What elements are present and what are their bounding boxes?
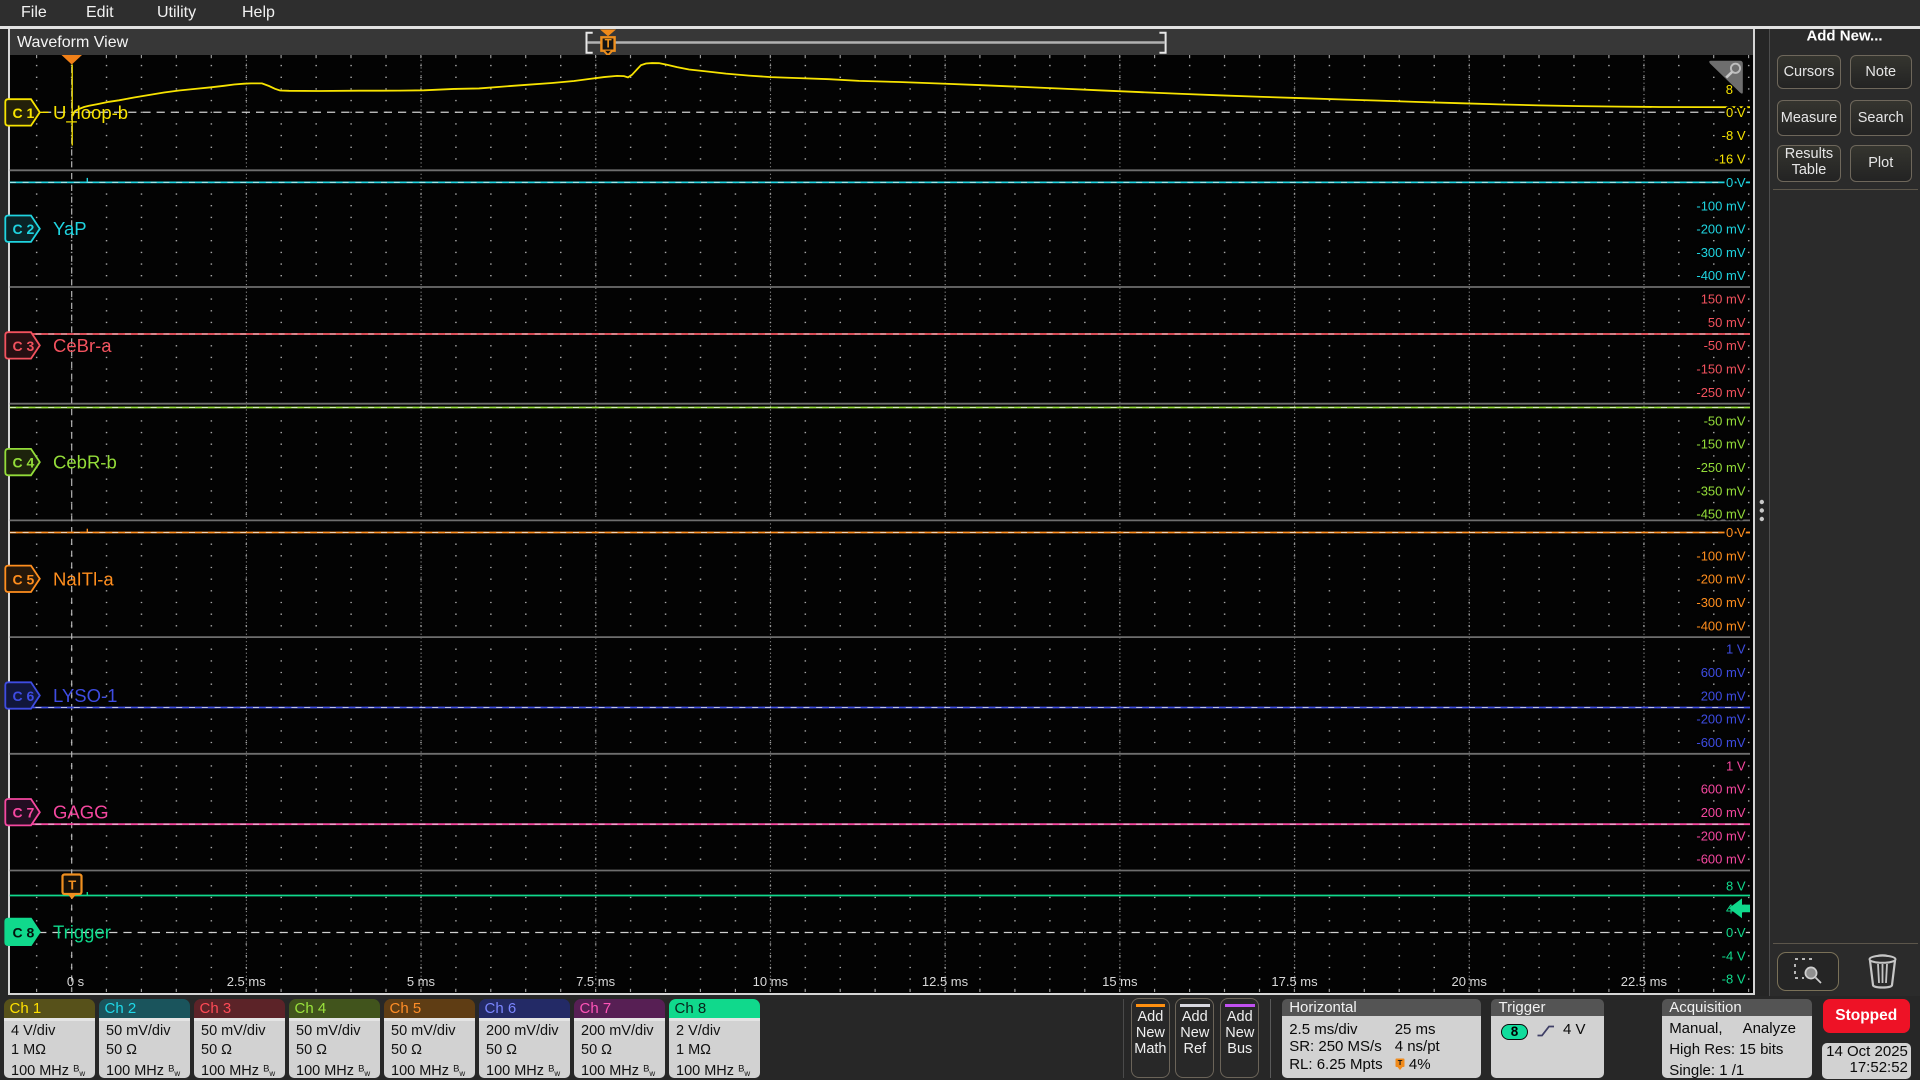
svg-text:LYSO-1: LYSO-1 [53,685,117,706]
svg-text:-250 mV: -250 mV [1697,460,1746,475]
svg-text:0 V: 0 V [1726,175,1746,190]
svg-text:C 2: C 2 [13,221,35,237]
svg-text:0 V: 0 V [1726,105,1746,120]
svg-text:-200 mV: -200 mV [1697,222,1746,237]
svg-text:15 ms: 15 ms [1102,974,1138,989]
svg-text:10 ms: 10 ms [753,974,789,989]
svg-text:22.5 ms: 22.5 ms [1621,974,1668,989]
svg-text:-200 mV: -200 mV [1697,572,1746,587]
svg-text:C 4: C 4 [13,455,35,471]
svg-text:-300 mV: -300 mV [1697,595,1746,610]
svg-text:0 V: 0 V [1726,925,1746,940]
svg-text:T: T [1397,1058,1402,1067]
svg-text:-50 mV: -50 mV [1704,413,1746,428]
svg-text:-600 mV: -600 mV [1697,852,1746,867]
svg-text:1 V: 1 V [1726,642,1746,657]
svg-text:C 5: C 5 [13,571,35,587]
svg-text:C 1: C 1 [13,105,35,121]
svg-text:17.5 ms: 17.5 ms [1272,974,1319,989]
svg-text:CebR-b: CebR-b [53,452,117,473]
svg-text:600 mV: 600 mV [1701,665,1746,680]
svg-text:200 mV: 200 mV [1701,688,1746,703]
svg-text:C 6: C 6 [13,688,35,704]
svg-text:-350 mV: -350 mV [1697,483,1746,498]
svg-text:C 8: C 8 [13,924,35,940]
svg-text:T: T [605,38,612,50]
svg-text:-4 V: -4 V [1722,948,1746,963]
svg-text:-100 mV: -100 mV [1697,548,1746,563]
svg-text:7.5 ms: 7.5 ms [576,974,616,989]
svg-text:-450 mV: -450 mV [1697,507,1746,522]
svg-text:Trigger: Trigger [53,921,111,942]
svg-text:-50 mV: -50 mV [1704,338,1746,353]
svg-text:50 mV: 50 mV [1708,315,1746,330]
svg-text:U_loop-b: U_loop-b [53,102,128,124]
svg-text:T: T [68,877,76,892]
svg-text:-600 mV: -600 mV [1697,735,1746,750]
svg-text:0 V: 0 V [1726,525,1746,540]
svg-text:-8 V: -8 V [1722,972,1746,987]
svg-text:8: 8 [1726,82,1733,97]
svg-text:-100 mV: -100 mV [1697,198,1746,213]
svg-text:8 V: 8 V [1726,878,1746,893]
svg-text:-300 mV: -300 mV [1697,245,1746,260]
svg-text:20 ms: 20 ms [1452,974,1488,989]
svg-text:-16 V: -16 V [1715,152,1746,167]
svg-text:150 mV: 150 mV [1701,292,1746,307]
svg-text:YaP: YaP [53,218,87,239]
svg-text:-150 mV: -150 mV [1697,362,1746,377]
svg-text:-250 mV: -250 mV [1697,385,1746,400]
svg-text:200 mV: 200 mV [1701,805,1746,820]
svg-text:-200 mV: -200 mV [1697,828,1746,843]
svg-text:600 mV: 600 mV [1701,782,1746,797]
svg-text:2.5 ms: 2.5 ms [227,974,267,989]
svg-text:C 3: C 3 [13,338,35,354]
svg-text:NaITl-a: NaITl-a [53,568,114,589]
svg-text:GAGG: GAGG [53,802,109,823]
svg-text:-8 V: -8 V [1722,128,1746,143]
svg-text:5 ms: 5 ms [407,974,436,989]
svg-text:C 7: C 7 [13,805,35,821]
svg-text:-150 mV: -150 mV [1697,437,1746,452]
svg-text:CeBr-a: CeBr-a [53,335,112,356]
svg-text:-400 mV: -400 mV [1697,618,1746,633]
svg-text:12.5 ms: 12.5 ms [922,974,969,989]
svg-text:-200 mV: -200 mV [1697,712,1746,727]
svg-text:0 s: 0 s [67,974,85,989]
svg-text:-400 mV: -400 mV [1697,268,1746,283]
svg-text:1 V: 1 V [1726,758,1746,773]
